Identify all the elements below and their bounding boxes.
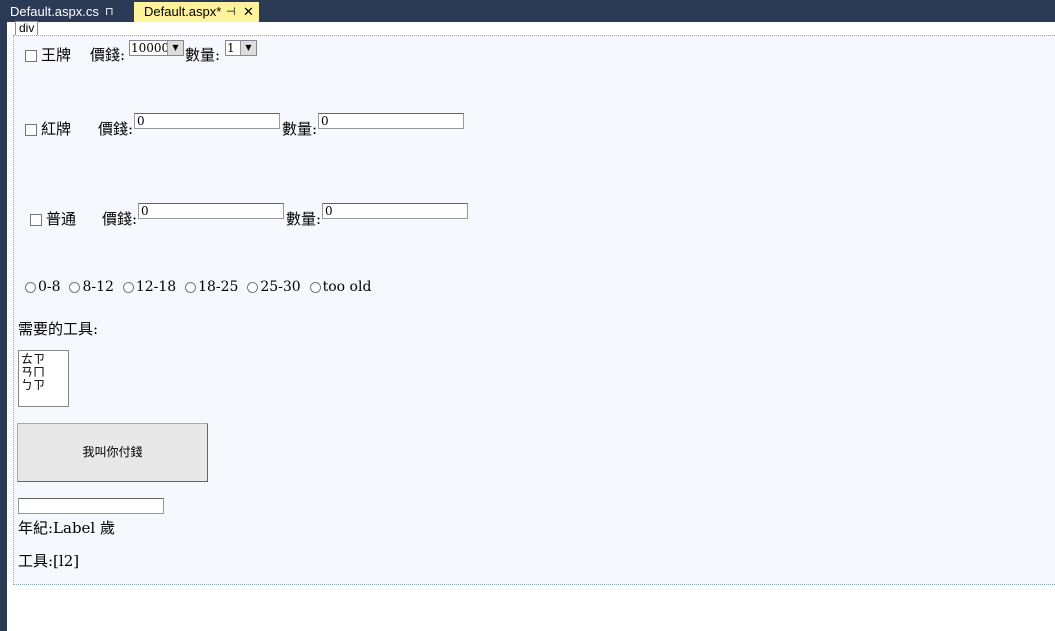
qty-select[interactable]: 1 ▼: [225, 40, 257, 56]
radio-circle[interactable]: [25, 281, 36, 293]
left-margin: [0, 22, 7, 631]
checkbox-wangpai[interactable]: 王牌: [25, 44, 71, 65]
age-result-label: 年紀:Label 歲: [18, 519, 116, 537]
radio-age-1[interactable]: 8-12: [69, 279, 114, 295]
radio-label: too old: [322, 279, 372, 295]
price-input[interactable]: 0: [138, 203, 284, 219]
radio-label: 0-8: [38, 279, 61, 295]
radio-label: 25-30: [260, 279, 301, 295]
price-label: 價錢:: [98, 120, 134, 138]
select-value: 10000: [131, 41, 170, 55]
price-label: 價錢:: [102, 210, 138, 228]
radio-age-3[interactable]: 18-25: [185, 279, 238, 295]
checkbox-label: 普通: [46, 210, 77, 228]
radio-age-5[interactable]: too old: [309, 279, 372, 295]
qty-input[interactable]: 0: [318, 113, 464, 129]
tools-listbox[interactable]: ㄊㄗ ㄢㄇ ㄅㄗ: [18, 350, 69, 407]
tab-label: Default.aspx.cs: [10, 4, 99, 19]
radio-age-2[interactable]: 12-18: [122, 279, 177, 295]
price-input[interactable]: 0: [134, 113, 280, 129]
radio-label: 12-18: [135, 279, 177, 295]
radio-age-0[interactable]: 0-8: [25, 279, 61, 295]
list-item[interactable]: ㄅㄗ: [21, 379, 66, 392]
div-tag: div: [15, 21, 39, 35]
qty-input[interactable]: 0: [322, 203, 468, 219]
radio-age-4[interactable]: 25-30: [247, 279, 301, 295]
qty-label: 數量:: [185, 46, 221, 64]
checkbox-label: 王牌: [41, 46, 72, 64]
checkbox-putong[interactable]: 普通: [30, 208, 76, 229]
tab-default-aspx-cs[interactable]: Default.aspx.cs ⊓: [0, 2, 134, 22]
tools-label: 需要的工具:: [18, 320, 99, 338]
age-radio-group: 0-8 8-12 12-18 18-25 25-30 too old: [25, 279, 371, 295]
pay-button[interactable]: 我叫你付錢: [17, 423, 208, 482]
text-input[interactable]: [18, 498, 164, 514]
radio-label: 8-12: [82, 279, 114, 295]
tool-result-label: 工具:[l2]: [18, 552, 80, 570]
pin-icon[interactable]: ⊓: [105, 2, 114, 22]
select-value: 1: [227, 41, 235, 55]
price-label: 價錢:: [90, 46, 126, 64]
radio-circle[interactable]: [309, 281, 321, 293]
chevron-down-icon: ▼: [240, 41, 256, 55]
price-select[interactable]: 10000 ▼: [129, 40, 184, 56]
radio-circle[interactable]: [122, 281, 134, 293]
close-icon[interactable]: ✕: [243, 2, 254, 22]
checkbox-label: 紅牌: [41, 120, 72, 138]
qty-label: 數量:: [286, 210, 322, 228]
checkbox-hongpai[interactable]: 紅牌: [25, 118, 71, 139]
qty-label: 數量:: [282, 120, 318, 138]
checkbox-box[interactable]: [25, 50, 37, 62]
tab-label: Default.aspx*: [144, 4, 222, 19]
checkbox-box[interactable]: [25, 124, 37, 136]
tab-bar: Default.aspx.cs ⊓ Default.aspx* ⊣ ✕: [0, 0, 1055, 22]
checkbox-box[interactable]: [30, 214, 42, 226]
tab-default-aspx[interactable]: Default.aspx* ⊣ ✕: [134, 2, 259, 22]
radio-circle[interactable]: [185, 281, 197, 293]
radio-circle[interactable]: [247, 281, 259, 293]
chevron-down-icon: ▼: [167, 41, 183, 55]
pin-icon[interactable]: ⊣: [226, 2, 236, 22]
radio-label: 18-25: [198, 279, 239, 295]
radio-circle[interactable]: [69, 281, 81, 293]
